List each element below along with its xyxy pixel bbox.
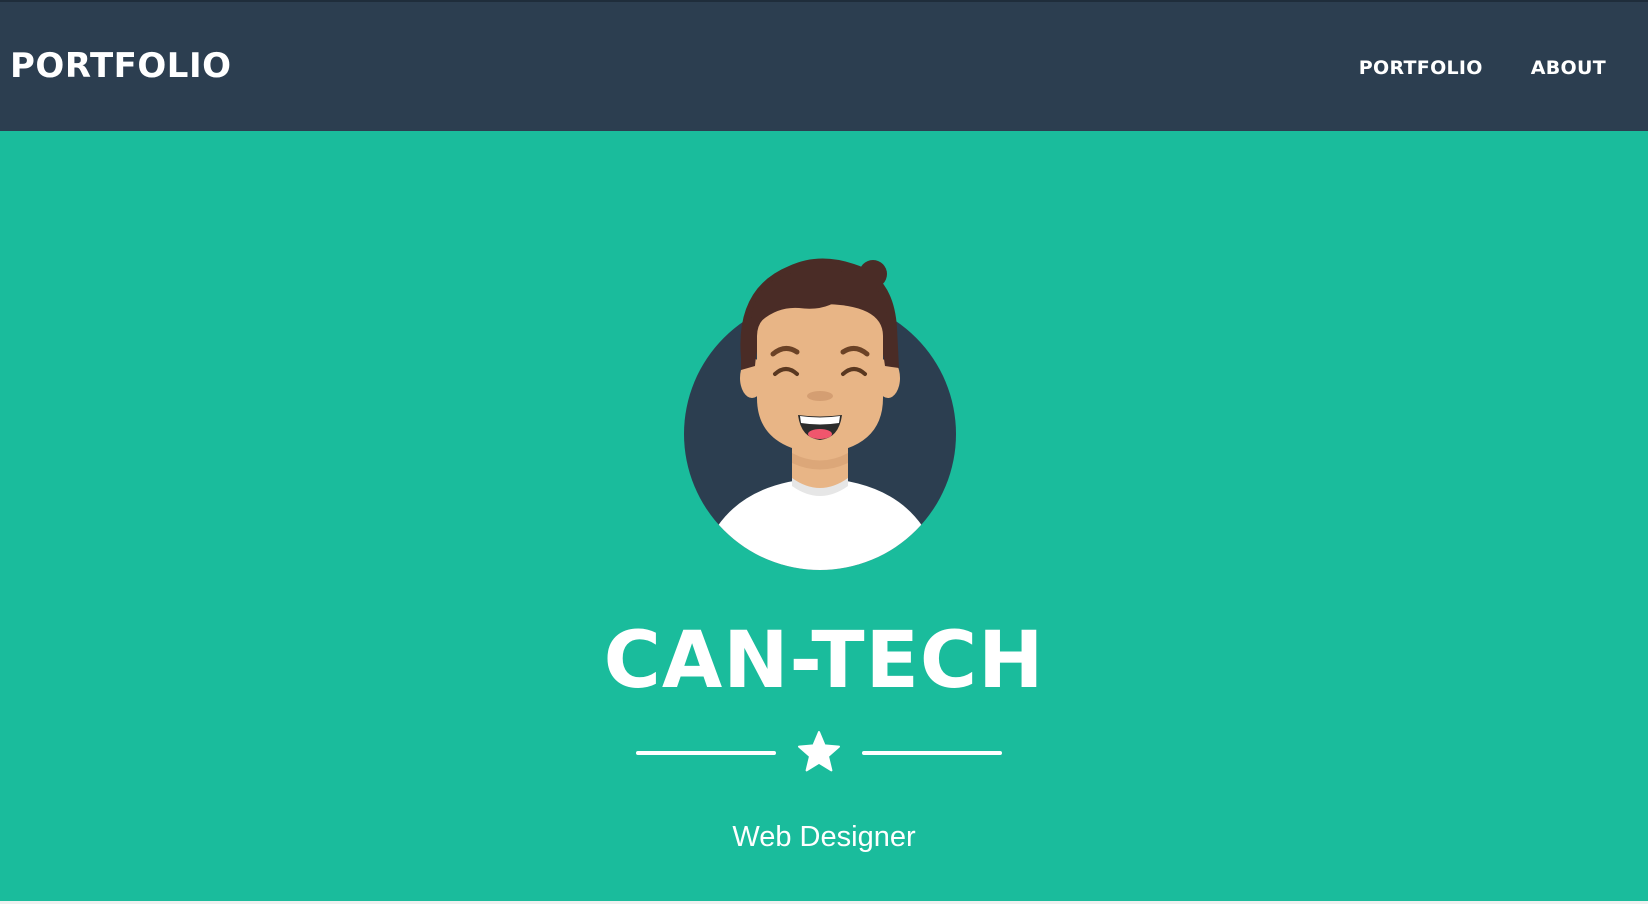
divider-line-right [862, 751, 1002, 755]
hero-section: CAN-TECH Web Designer [0, 131, 1648, 901]
nav-link-about[interactable]: ABOUT [1531, 54, 1606, 82]
navbar: PORTFOLIO PORTFOLIO ABOUT [0, 0, 1648, 131]
hero-title: CAN-TECH [603, 616, 1045, 706]
avatar-icon [684, 258, 956, 570]
star-icon [798, 731, 840, 772]
star-divider [636, 730, 1002, 776]
divider-line-left [636, 751, 776, 755]
brand-logo-link[interactable]: PORTFOLIO [10, 42, 232, 90]
hero-subtitle: Web Designer [732, 821, 916, 853]
nav-link-portfolio[interactable]: PORTFOLIO [1359, 54, 1483, 82]
nav-links: PORTFOLIO ABOUT [1359, 54, 1606, 82]
